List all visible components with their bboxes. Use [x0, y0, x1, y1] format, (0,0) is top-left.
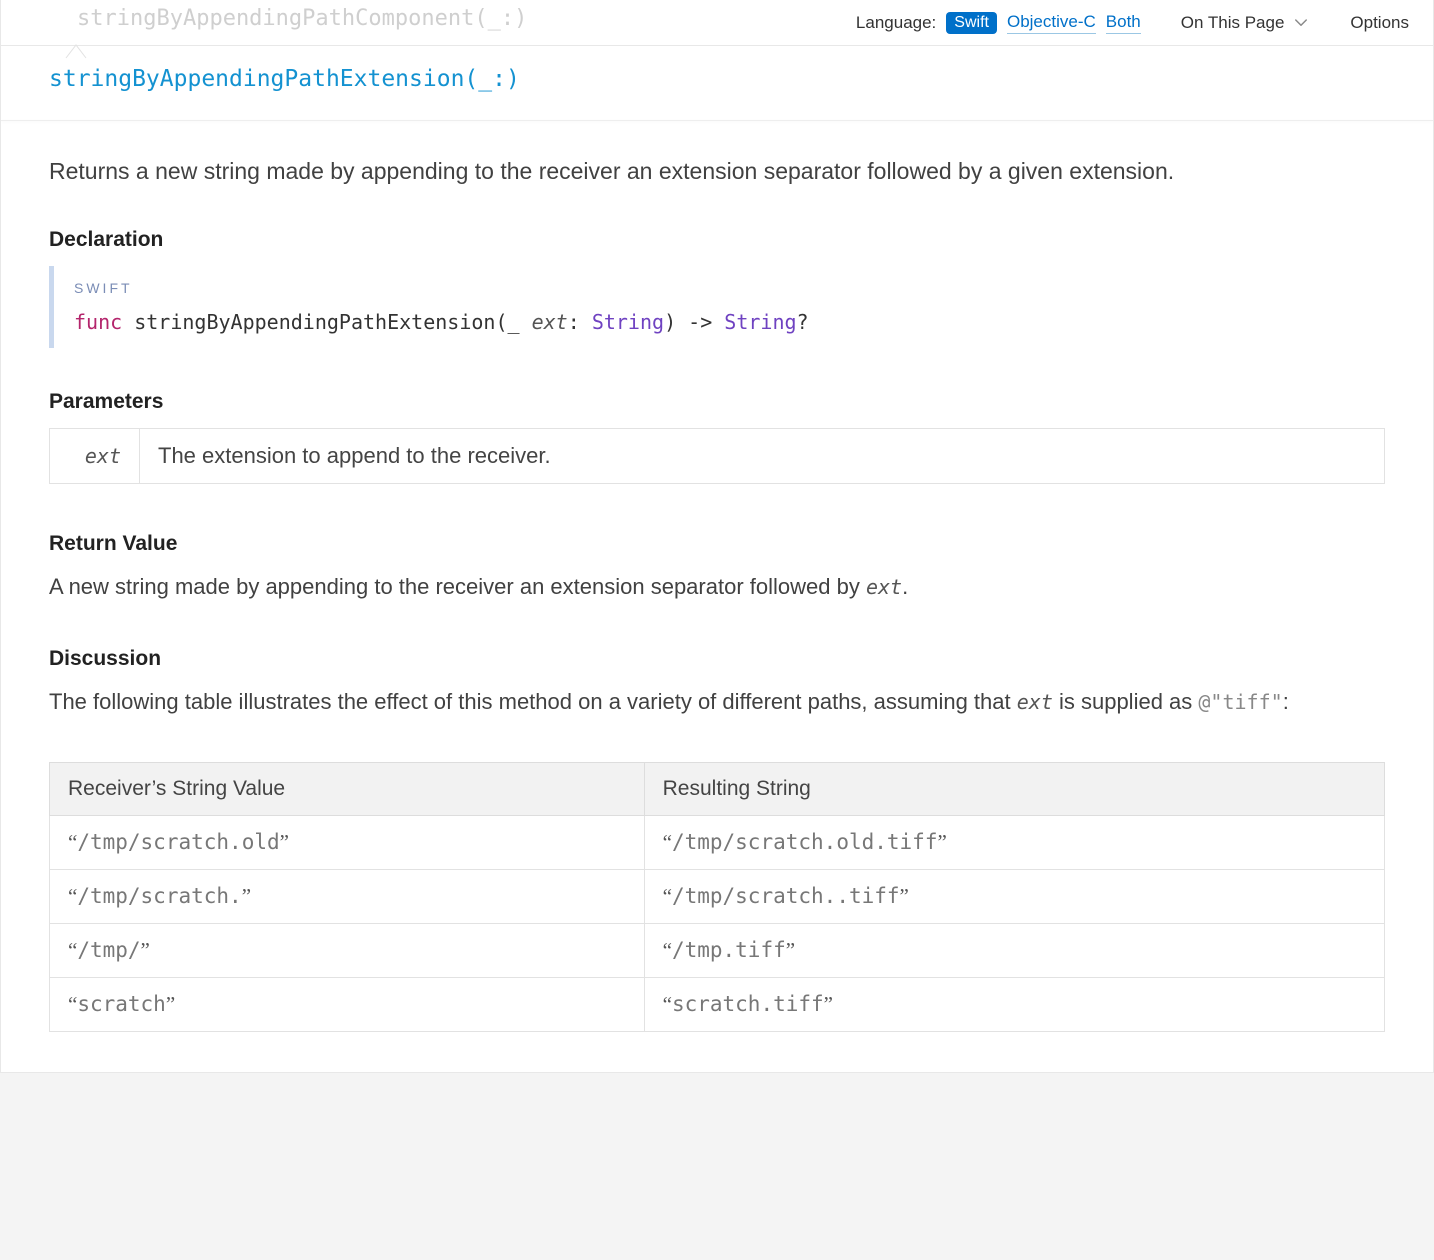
discussion-code-tiff: @"tiff"	[1198, 690, 1282, 714]
title-divider	[1, 120, 1433, 121]
declaration-block: SWIFT func stringByAppendingPathExtensio…	[49, 266, 1385, 348]
decl-colon: :	[568, 310, 580, 334]
breadcrumb-pointer-icon	[65, 37, 87, 59]
discussion-mid: is supplied as	[1053, 689, 1199, 714]
discussion-code-ext: ext	[1017, 690, 1053, 714]
decl-open-paren: (	[495, 310, 507, 334]
summary-text: Returns a new string made by appending t…	[49, 155, 1385, 188]
previous-method-ghost: stringByAppendingPathComponent(_:)	[77, 6, 527, 31]
decl-function-name: stringByAppendingPathExtension	[134, 310, 495, 334]
example-cell: “/tmp/scratch.old”	[50, 816, 645, 870]
chevron-down-icon	[1292, 14, 1310, 32]
decl-return-type: String	[724, 310, 796, 334]
topbar: stringByAppendingPathComponent(_:) Langu…	[1, 0, 1433, 46]
example-cell: “/tmp/scratch.”	[50, 870, 645, 924]
language-objc-button[interactable]: Objective-C	[1007, 12, 1096, 34]
language-swift-button[interactable]: Swift	[946, 12, 997, 34]
page-title: stringByAppendingPathExtension(_:)	[49, 66, 1385, 92]
language-switcher: Language: Swift Objective-C Both	[856, 12, 1141, 34]
parameters-heading: Parameters	[49, 390, 1385, 414]
decl-keyword: func	[74, 310, 122, 334]
example-cell: “/tmp/scratch..tiff”	[644, 870, 1384, 924]
example-cell: “/tmp.tiff”	[644, 924, 1384, 978]
table-row: ext The extension to append to the recei…	[50, 429, 1385, 484]
options-button[interactable]: Options	[1350, 13, 1409, 33]
decl-param-name: ext	[532, 310, 568, 334]
discussion-heading: Discussion	[49, 647, 1385, 671]
on-this-page-dropdown[interactable]: On This Page	[1181, 13, 1311, 33]
param-name-cell: ext	[50, 429, 140, 484]
examples-header-result: Resulting String	[644, 763, 1384, 816]
declaration-code: func stringByAppendingPathExtension(_ ex…	[74, 310, 1385, 334]
declaration-language-label: SWIFT	[74, 280, 1385, 296]
language-label: Language:	[856, 13, 936, 33]
language-both-button[interactable]: Both	[1106, 12, 1141, 34]
example-cell: “scratch.tiff”	[644, 978, 1384, 1032]
decl-optional: ?	[797, 310, 809, 334]
parameters-table: ext The extension to append to the recei…	[49, 428, 1385, 484]
return-text-post: .	[902, 574, 908, 599]
table-row: “/tmp/”“/tmp.tiff”	[50, 924, 1385, 978]
discussion-pre: The following table illustrates the effe…	[49, 689, 1017, 714]
examples-header-receiver: Receiver’s String Value	[50, 763, 645, 816]
table-row: “/tmp/scratch.old”“/tmp/scratch.old.tiff…	[50, 816, 1385, 870]
param-desc-cell: The extension to append to the receiver.	[140, 429, 1385, 484]
on-this-page-label: On This Page	[1181, 13, 1285, 33]
decl-param-type: String	[592, 310, 664, 334]
example-cell: “/tmp/scratch.old.tiff”	[644, 816, 1384, 870]
decl-arrow: ->	[688, 310, 712, 334]
discussion-post: :	[1283, 689, 1289, 714]
table-row: “scratch”“scratch.tiff”	[50, 978, 1385, 1032]
example-cell: “scratch”	[50, 978, 645, 1032]
return-value-heading: Return Value	[49, 532, 1385, 556]
table-header-row: Receiver’s String Value Resulting String	[50, 763, 1385, 816]
discussion-text: The following table illustrates the effe…	[49, 685, 1385, 718]
decl-underscore: _	[508, 310, 520, 334]
content: stringByAppendingPathExtension(_:) Retur…	[1, 46, 1433, 1072]
declaration-heading: Declaration	[49, 228, 1385, 252]
examples-table: Receiver’s String Value Resulting String…	[49, 762, 1385, 1032]
example-cell: “/tmp/”	[50, 924, 645, 978]
table-row: “/tmp/scratch.”“/tmp/scratch..tiff”	[50, 870, 1385, 924]
return-text-pre: A new string made by appending to the re…	[49, 574, 866, 599]
return-value-text: A new string made by appending to the re…	[49, 570, 1385, 603]
return-code: ext	[866, 575, 902, 599]
decl-close-paren: )	[664, 310, 676, 334]
page: stringByAppendingPathComponent(_:) Langu…	[0, 0, 1434, 1073]
